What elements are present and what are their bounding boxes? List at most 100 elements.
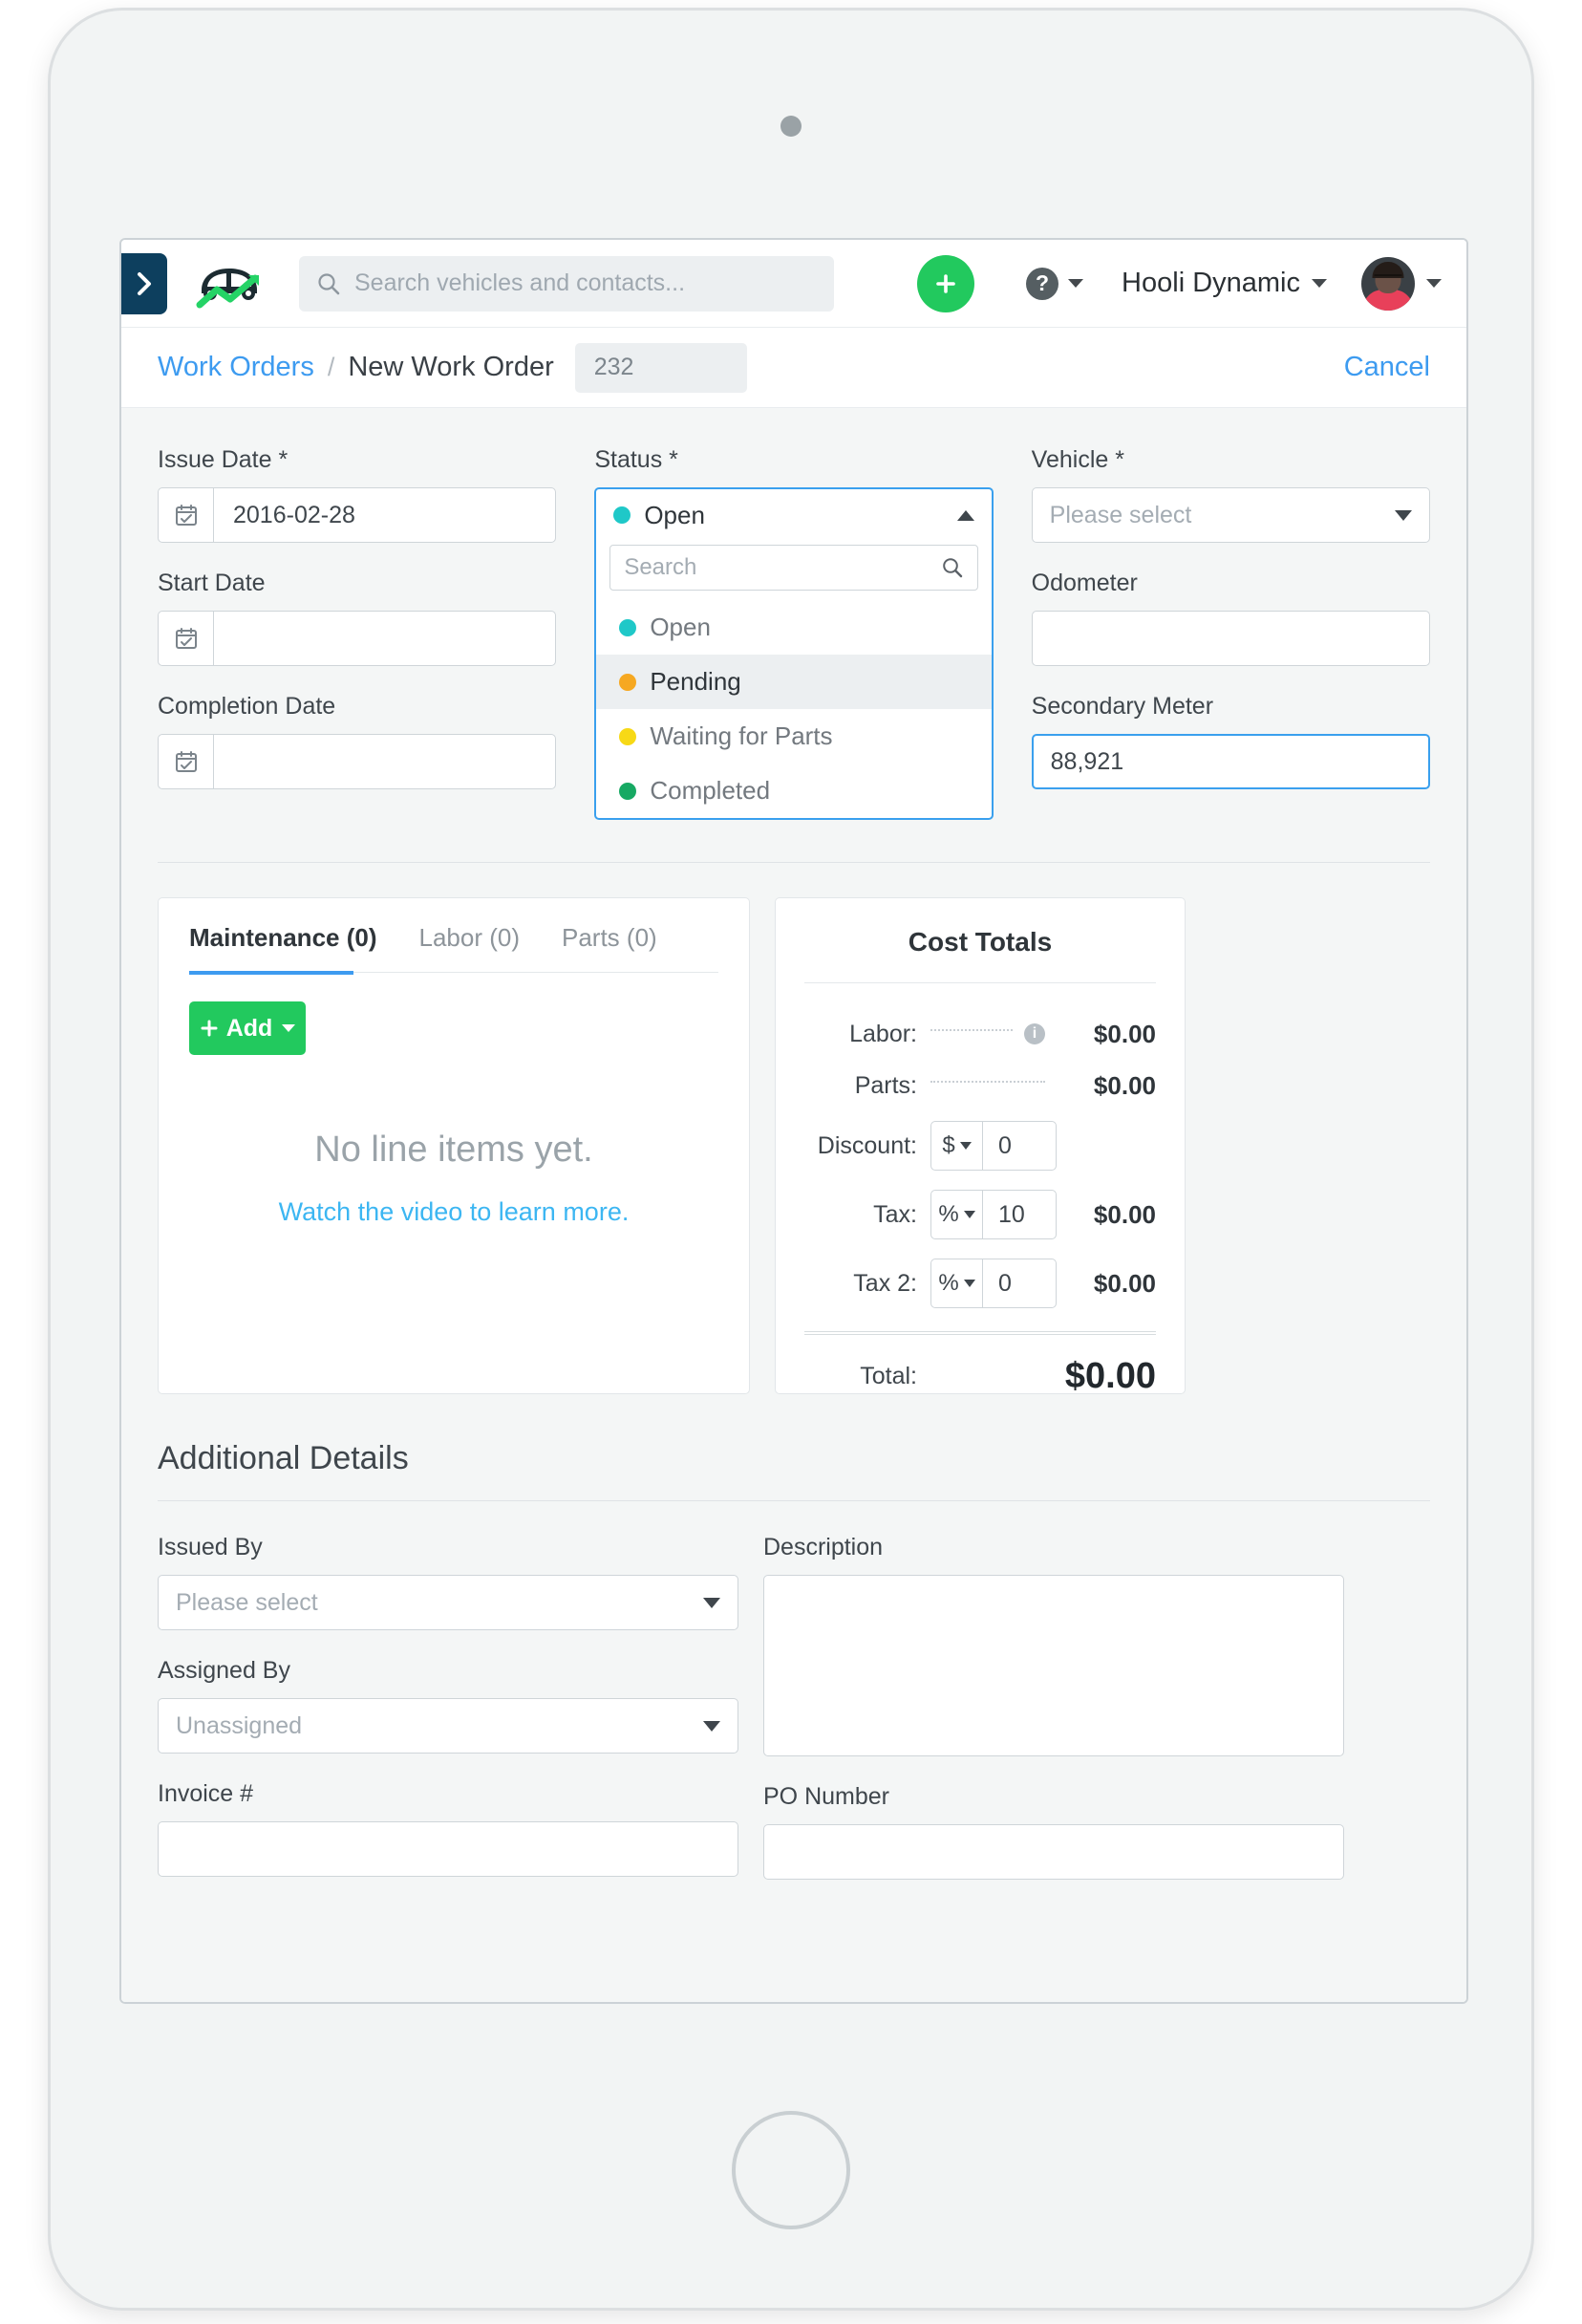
tablet-frame: Search vehicles and contacts... ? Hooli … [48, 8, 1534, 2311]
assigned-by-select[interactable]: Unassigned [158, 1698, 738, 1754]
additional-details-title: Additional Details [158, 1440, 409, 1476]
total-label: Total: [860, 1363, 917, 1389]
cost-row-tax2: Tax 2: % 0 $0.00 [804, 1249, 1156, 1318]
completion-date-input[interactable] [214, 735, 555, 788]
po-number-input[interactable] [763, 1824, 1344, 1880]
tax2-label: Tax 2: [853, 1269, 917, 1297]
chevron-down-icon [1312, 279, 1327, 288]
calendar-icon[interactable] [159, 612, 214, 665]
discount-input[interactable]: 0 [983, 1122, 1056, 1170]
top-navigation-bar: Search vehicles and contacts... ? Hooli … [121, 240, 1466, 328]
issued-by-placeholder: Please select [176, 1588, 318, 1616]
page-body: Issue Date * 2016-02-28 Start Date Compl… [121, 408, 1466, 2002]
start-date-input[interactable] [214, 612, 555, 665]
parts-label: Parts: [854, 1071, 917, 1099]
panels-row: Maintenance (0) Labor (0) Parts (0) Add [121, 863, 1466, 1397]
vehicle-label: Vehicle * [1031, 446, 1124, 473]
cost-totals-title: Cost Totals [908, 927, 1053, 957]
add-line-item-button[interactable]: Add [189, 1001, 306, 1055]
app-window: Search vehicles and contacts... ? Hooli … [119, 238, 1468, 2004]
status-color-dot [619, 782, 637, 800]
chevron-down-icon [1068, 279, 1084, 288]
cost-totals-rows: Labor: i $0.00 Parts: $0.00 Discount: $ … [776, 983, 1185, 1318]
plus-icon [936, 273, 955, 293]
start-date-field[interactable] [158, 611, 557, 666]
status-search-placeholder: Search [624, 554, 697, 580]
discount-combo: $ 0 [930, 1121, 1057, 1171]
status-column: Status * Open Search Open Pending Waitin… [594, 446, 994, 820]
breadcrumb-separator: / [327, 353, 335, 381]
search-placeholder: Search vehicles and contacts... [354, 269, 686, 296]
sidebar-toggle-button[interactable] [121, 252, 167, 314]
tablet-camera-dot [780, 116, 802, 137]
dotted-leader [930, 1081, 1045, 1083]
issue-date-label: Issue Date * [158, 446, 289, 473]
breadcrumb-work-orders-link[interactable]: Work Orders [158, 352, 314, 383]
work-order-number-input[interactable]: 232 [574, 342, 747, 393]
user-menu[interactable] [1361, 256, 1442, 311]
tablet-home-button[interactable] [732, 2111, 850, 2229]
chevron-down-icon [959, 1142, 972, 1150]
cost-row-total: Total: $0.00 [776, 1335, 1185, 1397]
secondary-meter-input[interactable]: 88,921 [1031, 734, 1430, 789]
chevron-down-icon [282, 1024, 296, 1032]
vehicle-column: Vehicle * Please select Odometer Seconda… [1031, 446, 1430, 820]
status-color-dot [619, 727, 637, 745]
empty-state: No line items yet. Watch the video to le… [159, 1130, 749, 1227]
issued-by-label: Issued By [158, 1534, 263, 1560]
watch-video-link[interactable]: Watch the video to learn more. [159, 1197, 749, 1227]
tab-maintenance[interactable]: Maintenance (0) [189, 923, 377, 972]
assigned-by-label: Assigned By [158, 1657, 290, 1684]
status-option-completed[interactable]: Completed [596, 764, 991, 818]
odometer-input[interactable] [1031, 611, 1430, 666]
tax-combo: % 10 [930, 1190, 1057, 1239]
additional-details-left-column: Issued By Please select Assigned By Unas… [158, 1534, 738, 1880]
odometer-label: Odometer [1031, 570, 1138, 596]
status-search-input[interactable]: Search [609, 545, 978, 591]
vehicle-select[interactable]: Please select [1031, 487, 1430, 543]
vehicle-placeholder: Please select [1049, 501, 1192, 528]
issue-date-input[interactable]: 2016-02-28 [214, 488, 555, 542]
invoice-input[interactable] [158, 1821, 738, 1877]
discount-unit-value: $ [942, 1132, 955, 1158]
fleetio-car-logo[interactable] [188, 257, 270, 311]
info-icon[interactable]: i [1024, 1023, 1045, 1044]
tax2-unit-value: % [938, 1270, 959, 1296]
help-icon: ? [1026, 267, 1059, 300]
issue-date-field[interactable]: 2016-02-28 [158, 487, 557, 543]
calendar-icon[interactable] [159, 735, 214, 788]
status-option-pending[interactable]: Pending [596, 655, 992, 709]
completion-date-field[interactable] [158, 734, 557, 789]
tax2-input[interactable]: 0 [983, 1259, 1056, 1307]
organization-menu[interactable]: Hooli Dynamic [1122, 268, 1327, 299]
search-icon [941, 556, 964, 579]
invoice-label: Invoice # [158, 1780, 254, 1807]
tab-labor[interactable]: Labor (0) [419, 923, 521, 972]
tax-unit-select[interactable]: % [931, 1191, 983, 1238]
calendar-icon[interactable] [159, 488, 214, 542]
search-input[interactable]: Search vehicles and contacts... [299, 255, 834, 312]
breadcrumb: Work Orders / New Work Order 232 Cancel [121, 328, 1466, 408]
chevron-right-icon [138, 271, 151, 295]
tax-label: Tax: [873, 1200, 917, 1228]
status-option-waiting-for-parts[interactable]: Waiting for Parts [596, 709, 991, 764]
cancel-button[interactable]: Cancel [1344, 352, 1430, 383]
tax-input[interactable]: 10 [983, 1191, 1056, 1238]
tax2-unit-select[interactable]: % [931, 1259, 983, 1307]
description-textarea[interactable] [763, 1575, 1344, 1756]
cost-row-discount: Discount: $ 0 [804, 1111, 1156, 1180]
status-dropdown-trigger[interactable]: Open [596, 489, 991, 541]
tax-unit-value: % [938, 1201, 959, 1227]
issued-by-select[interactable]: Please select [158, 1575, 738, 1630]
additional-details-right-column: Description PO Number [763, 1534, 1344, 1880]
dates-column: Issue Date * 2016-02-28 Start Date Compl… [158, 446, 557, 820]
line-items-panel: Maintenance (0) Labor (0) Parts (0) Add [158, 897, 750, 1394]
chevron-down-icon [703, 1720, 720, 1732]
tab-parts[interactable]: Parts (0) [562, 923, 657, 972]
help-menu[interactable]: ? [1026, 267, 1084, 300]
discount-unit-select[interactable]: $ [931, 1122, 983, 1170]
status-option-open[interactable]: Open [596, 600, 991, 655]
chevron-down-icon [1426, 279, 1442, 288]
add-new-button[interactable] [917, 254, 975, 312]
status-dropdown[interactable]: Open Search Open Pending Waiting for Par… [594, 487, 994, 820]
